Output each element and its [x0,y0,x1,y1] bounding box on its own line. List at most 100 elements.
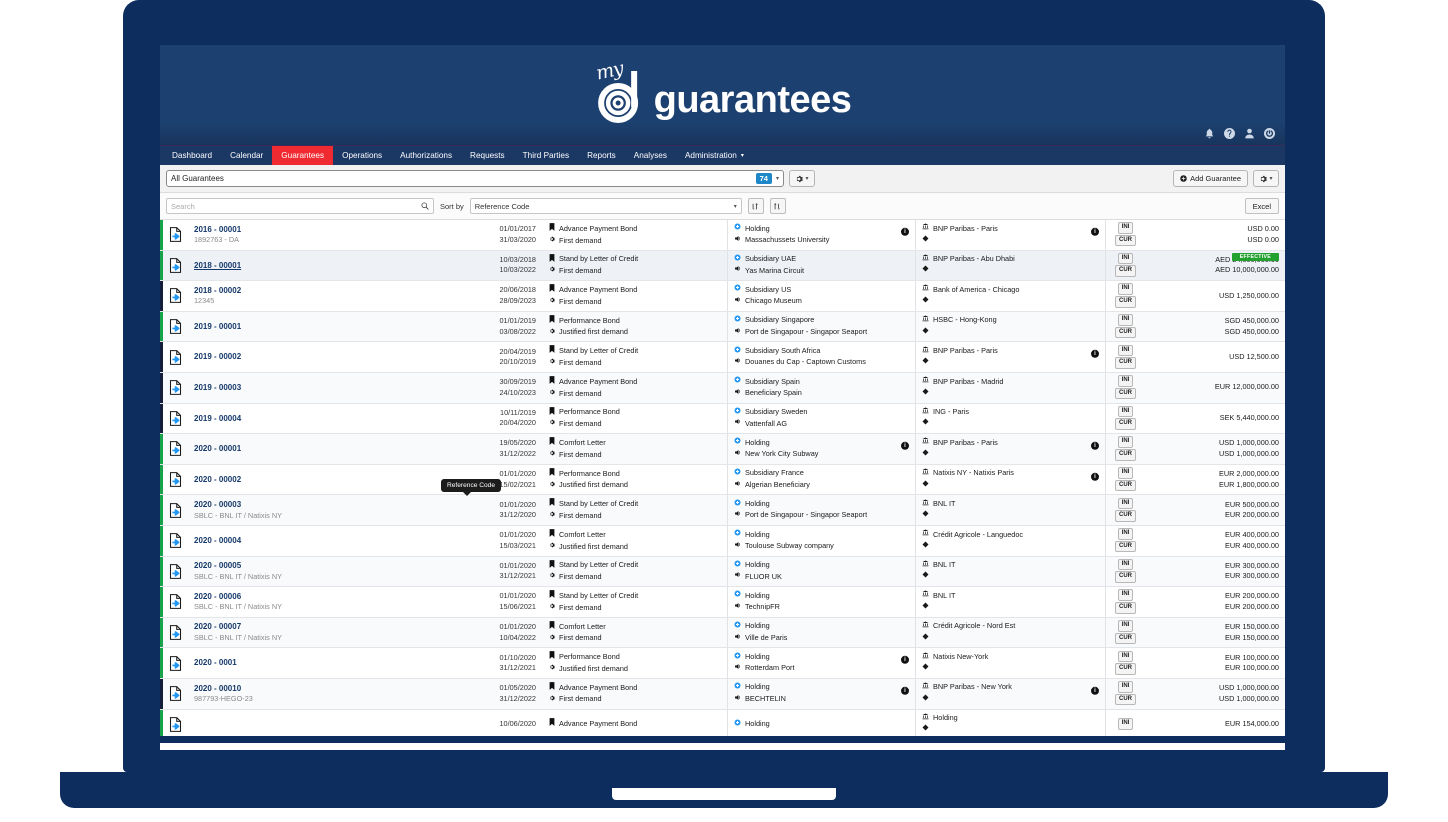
guarantees-table[interactable]: 2016 - 00001 1892763 - DA 01/01/2017 31/03/… [160,220,1285,743]
reference-code[interactable]: 2019 - 00003 [194,382,444,394]
row-document-icon[interactable] [163,679,188,709]
reference-cell[interactable]: 2018 - 00001 [188,251,450,281]
reference-cell[interactable]: 2020 - 00003 SBLC - BNL IT / Natixis NY [188,495,450,525]
nav-item-reports[interactable]: Reports [578,146,625,165]
row-document-icon[interactable] [163,710,188,740]
reference-code[interactable]: 2020 - 00002 [194,474,444,486]
table-row[interactable]: 2018 - 00001 10/03/2018 10/03/2022 Stand by… [160,250,1285,282]
row-document-icon[interactable] [163,648,188,678]
power-icon[interactable] [1264,128,1275,139]
reference-cell[interactable]: 2019 - 00001 [188,312,450,342]
info-icon[interactable]: i [901,227,909,236]
reference-code[interactable]: 2020 - 00005 [194,560,444,572]
info-icon[interactable]: i [1091,472,1099,481]
reference-cell[interactable]: 2016 - 00001 1892763 - DA [188,220,450,250]
nav-item-administration[interactable]: Administration ▾ [676,146,753,165]
info-icon[interactable]: i [1091,441,1099,450]
sort-ascending-button[interactable] [747,198,764,214]
row-document-icon[interactable] [163,373,188,403]
reference-code[interactable]: 2018 - 00001 [194,260,444,272]
reference-code[interactable]: 2020 - 00010 [194,683,444,695]
reference-code[interactable]: 2020 - 00007 [194,621,444,633]
row-document-icon[interactable] [163,495,188,525]
table-row[interactable]: 2020 - 00005 SBLC - BNL IT / Natixis NY 01… [160,556,1285,588]
reference-code[interactable]: 2018 - 00002 [194,285,444,297]
reference-cell[interactable]: 2018 - 00002 12345 [188,281,450,311]
info-icon[interactable]: i [1091,349,1099,358]
table-row[interactable]: 2019 - 00001 01/01/2019 03/08/2022 Performa… [160,311,1285,343]
bell-icon[interactable] [1204,128,1215,139]
table-row[interactable]: 2020 - 00004 01/01/2020 15/03/2021 Comfort … [160,525,1285,557]
info-icon[interactable]: i [901,441,909,450]
table-settings-button[interactable]: ▾ [1253,170,1279,187]
reference-code[interactable]: 2020 - 00006 [194,591,444,603]
table-row[interactable]: 2020 - 0001 01/10/2020 31/12/2021 Performan… [160,648,1285,679]
reference-cell[interactable]: 2020 - 00005 SBLC - BNL IT / Natixis NY [188,557,450,587]
filter-settings-button[interactable]: ▾ [789,170,815,187]
row-document-icon[interactable] [163,251,188,281]
table-row[interactable]: 2020 - 00002 01/01/2020 15/02/2021 Performa… [160,464,1285,496]
reference-code[interactable]: 2019 - 00004 [194,413,444,425]
row-document-icon[interactable] [163,465,188,495]
row-document-icon[interactable] [163,404,188,434]
reference-code[interactable]: 2019 - 00001 [194,321,444,333]
table-row[interactable]: 2016 - 00001 1892763 - DA 01/01/2017 31/03/… [160,220,1285,251]
guarantee-filter-select[interactable]: All Guarantees 74 ▾ [166,170,784,187]
nav-item-calendar[interactable]: Calendar [221,146,272,165]
reference-cell[interactable]: 2020 - 0001 [188,648,450,678]
info-icon[interactable]: i [1091,686,1099,695]
table-row[interactable]: 2018 - 00002 12345 20/06/2018 28/09/2023 Adv… [160,281,1285,312]
nav-item-authorizations[interactable]: Authorizations [391,146,461,165]
row-document-icon[interactable] [163,526,188,556]
reference-cell[interactable]: 2020 - 00004 [188,526,450,556]
add-guarantee-button[interactable]: Add Guarantee [1173,170,1248,187]
row-document-icon[interactable] [163,220,188,250]
reference-code[interactable]: 2016 - 00001 [194,224,444,236]
nav-item-third-parties[interactable]: Third Parties [514,146,578,165]
search-field-wrapper[interactable] [166,198,434,214]
table-row[interactable]: 2020 - 00001 19/05/2020 31/12/2022 Comfort … [160,434,1285,465]
user-icon[interactable] [1244,128,1255,139]
table-row[interactable]: 2020 - 00003 SBLC - BNL IT / Natixis NY 01… [160,495,1285,526]
table-row[interactable]: 2019 - 00004 10/11/2019 20/04/2020 Performa… [160,403,1285,435]
reference-code[interactable]: 2020 - 00003 [194,499,444,511]
reference-cell[interactable]: 2020 - 00007 SBLC - BNL IT / Natixis NY [188,618,450,648]
reference-cell[interactable] [188,710,450,740]
reference-code[interactable]: 2020 - 00001 [194,443,444,455]
info-icon[interactable]: i [901,686,909,695]
export-excel-button[interactable]: Excel [1244,198,1279,214]
reference-cell[interactable]: 2020 - 00006 SBLC - BNL IT / Natixis NY [188,587,450,617]
reference-code[interactable]: 2020 - 0001 [194,657,444,669]
reference-cell[interactable]: 2019 - 00002 [188,342,450,372]
row-document-icon[interactable] [163,434,188,464]
nav-item-guarantees[interactable]: Guarantees [272,146,334,165]
nav-item-operations[interactable]: Operations [333,146,391,165]
row-document-icon[interactable] [163,618,188,648]
table-row[interactable]: 2020 - 00010 987793-HEGO-23 01/05/2020 31/1… [160,678,1285,710]
row-document-icon[interactable] [163,557,188,587]
row-document-icon[interactable] [163,312,188,342]
row-document-icon[interactable] [163,587,188,617]
table-row[interactable]: 2019 - 00002 20/04/2019 20/10/2019 Stand by… [160,342,1285,373]
table-row[interactable]: 2020 - 00006 SBLC - BNL IT / Natixis NY 01… [160,587,1285,618]
info-icon[interactable]: i [901,655,909,664]
nav-item-dashboard[interactable]: Dashboard [163,146,221,165]
reference-code[interactable]: 2020 - 00004 [194,535,444,547]
search-input[interactable] [171,201,421,211]
reference-cell[interactable]: 2019 - 00004 [188,404,450,434]
table-row[interactable]: 2019 - 00003 30/09/2019 24/10/2023 Advance … [160,372,1285,404]
search-icon[interactable] [421,202,429,210]
sort-descending-button[interactable] [769,198,786,214]
reference-cell[interactable]: 2020 - 00010 987793-HEGO-23 [188,679,450,709]
row-document-icon[interactable] [163,342,188,372]
reference-cell[interactable]: 2019 - 00003 [188,373,450,403]
reference-cell[interactable]: 2020 - 00002 [188,465,450,495]
nav-item-analyses[interactable]: Analyses [625,146,676,165]
reference-code[interactable]: 2019 - 00002 [194,351,444,363]
row-document-icon[interactable] [163,281,188,311]
table-row[interactable]: 2020 - 00007 SBLC - BNL IT / Natixis NY 01… [160,617,1285,649]
sort-by-select[interactable]: Reference Code ▾ [469,198,742,214]
nav-item-requests[interactable]: Requests [461,146,514,165]
info-icon[interactable]: i [1091,227,1099,236]
reference-cell[interactable]: 2020 - 00001 [188,434,450,464]
